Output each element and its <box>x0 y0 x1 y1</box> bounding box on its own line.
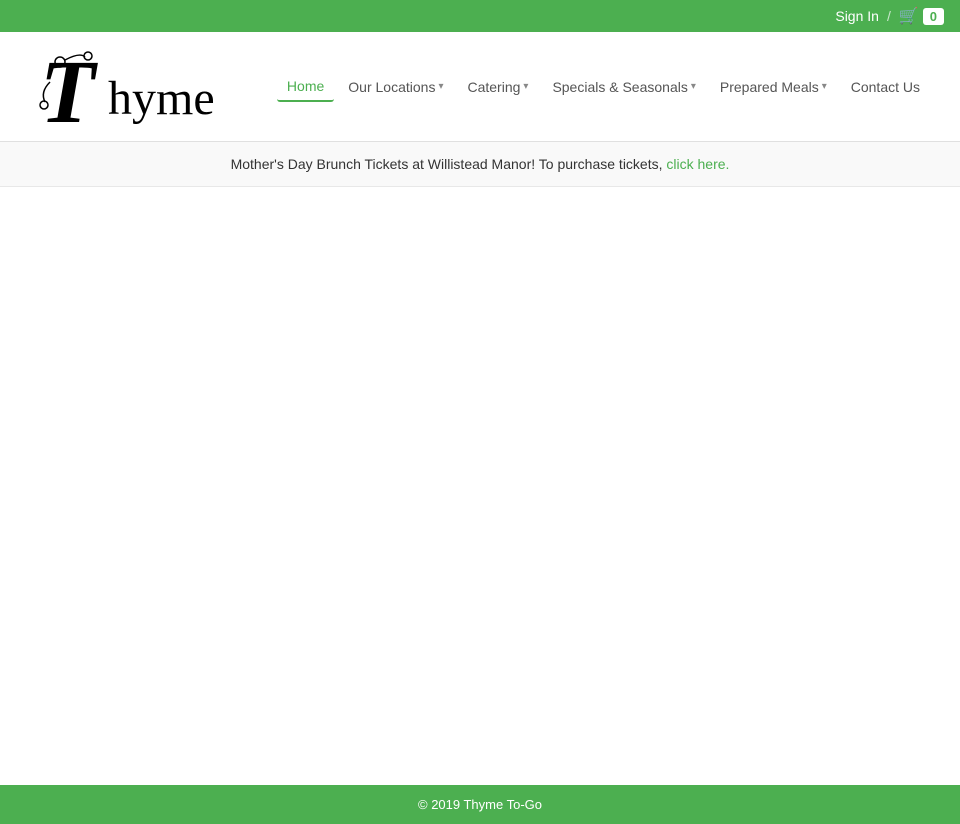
dropdown-caret: ▾ <box>523 81 528 92</box>
main-grid: RESTAURANT CATERING PREPARED MEALS <box>0 187 960 237</box>
announcement-text: Mother's Day Brunch Tickets at Willistea… <box>231 156 663 172</box>
svg-text:hyme: hyme <box>108 72 215 125</box>
svg-text:T: T <box>40 43 98 132</box>
content-area: Mother's Day Brunch Tickets at Willistea… <box>0 142 960 785</box>
header: T hyme Home Our Locations ▾ Catering ▾ <box>0 32 960 142</box>
page-wrapper: Sign In / 🛒 0 T hyme <box>0 0 960 824</box>
footer: © 2019 Thyme To-Go <box>0 785 960 824</box>
dropdown-caret: ▾ <box>822 81 827 92</box>
nav-item-contact[interactable]: Contact Us <box>841 73 930 101</box>
logo-svg: T hyme <box>30 42 250 132</box>
cart-icon: 🛒 <box>899 6 919 26</box>
logo-wrap[interactable]: T hyme <box>30 42 250 132</box>
announcement-banner: Mother's Day Brunch Tickets at Willistea… <box>0 142 960 187</box>
nav-item-catering[interactable]: Catering ▾ <box>457 73 538 101</box>
nav-item-home[interactable]: Home <box>277 72 334 102</box>
footer-copyright: © 2019 Thyme To-Go <box>418 797 542 812</box>
nav-item-our-locations[interactable]: Our Locations ▾ <box>338 73 453 101</box>
top-bar: Sign In / 🛒 0 <box>0 0 960 32</box>
top-bar-right: Sign In / 🛒 0 <box>835 6 944 26</box>
divider: / <box>887 8 891 24</box>
nav-item-prepared-meals[interactable]: Prepared Meals ▾ <box>710 73 837 101</box>
nav-item-specials[interactable]: Specials & Seasonals ▾ <box>542 73 705 101</box>
announcement-link[interactable]: click here. <box>666 156 729 172</box>
main-nav: Home Our Locations ▾ Catering ▾ Specials… <box>277 72 930 102</box>
cart-icon-wrap[interactable]: 🛒 0 <box>899 6 944 26</box>
sign-in-link[interactable]: Sign In <box>835 8 879 24</box>
dropdown-caret: ▾ <box>438 81 443 92</box>
cart-count-badge: 0 <box>923 8 944 25</box>
dropdown-caret: ▾ <box>691 81 696 92</box>
